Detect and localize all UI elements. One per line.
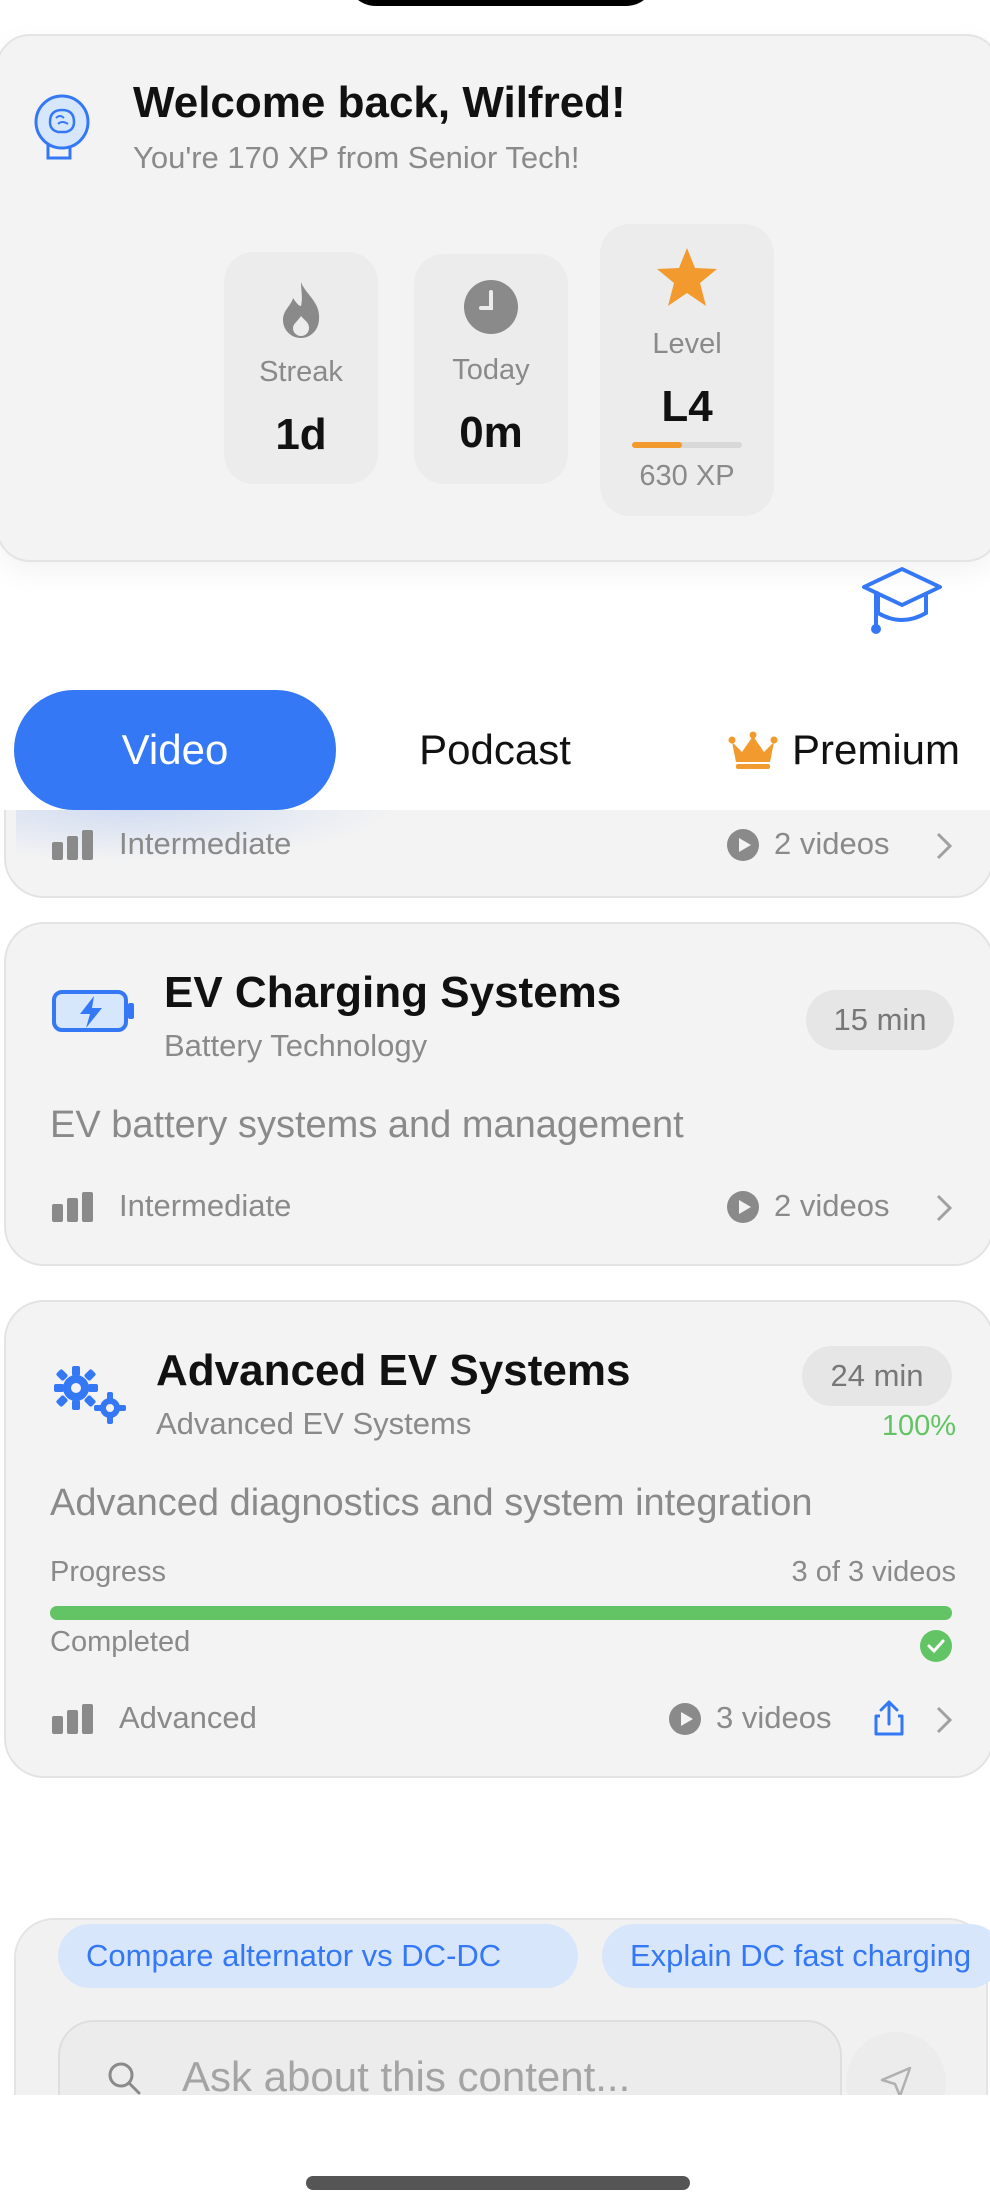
today-label: Today <box>452 354 530 386</box>
play-icon <box>727 1191 759 1223</box>
home-indicator[interactable] <box>306 2176 690 2190</box>
progress-track <box>50 1606 952 1620</box>
content-tabs: Video Podcast Premium <box>0 690 990 810</box>
status-label: Completed <box>50 1626 191 1658</box>
gears-icon <box>54 1366 126 1424</box>
level-label: Level <box>652 328 722 360</box>
device-notch <box>346 0 656 6</box>
course-card-ev-charging[interactable]: EV Charging Systems Battery Technology 1… <box>4 922 990 1266</box>
welcome-heading: Welcome back, Wilfred! <box>133 78 626 127</box>
streak-value: 1d <box>275 410 327 459</box>
tab-premium[interactable]: Premium <box>690 690 960 810</box>
today-stat: Today 0m <box>414 254 568 484</box>
checkmark-circle-icon <box>920 1630 952 1662</box>
xp-subtitle: You're 170 XP from Senior Tech! <box>133 140 580 175</box>
difficulty-label: Advanced <box>119 1700 257 1735</box>
level-progress-track <box>632 442 742 448</box>
star-icon <box>657 248 717 306</box>
difficulty-label: Intermediate <box>119 826 292 861</box>
suggestion-chip[interactable]: Explain DC fast charging <box>602 1924 990 1988</box>
course-card-advanced-ev[interactable]: Advanced EV Systems Advanced EV Systems … <box>4 1300 990 1778</box>
progress-count: 3 of 3 videos <box>791 1556 956 1588</box>
chevron-right-icon[interactable] <box>934 1704 954 1736</box>
streak-stat: Streak 1d <box>224 252 378 484</box>
search-icon <box>108 2062 141 2095</box>
tab-podcast[interactable]: Podcast <box>380 690 610 810</box>
progress-fill <box>50 1606 952 1620</box>
video-count: 3 videos <box>716 1700 832 1735</box>
completion-percent: 100% <box>881 1410 956 1442</box>
play-icon <box>669 1703 701 1735</box>
difficulty-bars-icon <box>52 1704 93 1734</box>
duration-badge: 15 min <box>806 990 954 1050</box>
course-title: EV Charging Systems <box>164 968 622 1017</box>
play-icon <box>727 829 759 861</box>
progress-label: Progress <box>50 1556 167 1588</box>
level-value: L4 <box>661 382 713 431</box>
flame-icon <box>283 282 320 338</box>
brain-icon <box>34 94 90 160</box>
duration-badge: 24 min <box>802 1346 952 1406</box>
clock-icon <box>464 280 518 334</box>
course-description: EV battery systems and management <box>50 1104 684 1146</box>
tab-premium-label: Premium <box>791 726 960 773</box>
difficulty-bars-icon <box>52 830 93 860</box>
tab-video[interactable]: Video <box>14 690 336 810</box>
share-icon[interactable] <box>872 1698 906 1738</box>
chevron-right-icon[interactable] <box>934 1192 954 1224</box>
chevron-right-icon[interactable] <box>934 830 954 862</box>
course-title: Advanced EV Systems <box>156 1346 631 1395</box>
course-category: Advanced EV Systems <box>156 1406 472 1441</box>
crown-icon <box>728 731 778 769</box>
level-stat: Level L4 630 XP <box>600 224 774 516</box>
battery-charging-icon <box>52 990 134 1032</box>
difficulty-label: Intermediate <box>119 1188 292 1223</box>
streak-label: Streak <box>259 356 343 388</box>
video-count: 2 videos <box>774 826 890 861</box>
course-description: Advanced diagnostics and system integrat… <box>50 1482 813 1524</box>
graduation-cap-icon[interactable] <box>860 563 944 639</box>
level-progress-fill <box>632 442 682 448</box>
course-card-partial[interactable]: Intermediate 2 videos <box>4 810 990 898</box>
difficulty-bars-icon <box>52 1192 93 1222</box>
video-count: 2 videos <box>774 1188 890 1223</box>
course-list[interactable]: Intermediate 2 videos EV Charging System… <box>0 810 990 2095</box>
today-value: 0m <box>459 408 523 457</box>
level-xp: 630 XP <box>639 460 735 492</box>
suggestion-chip[interactable]: Compare alternator vs DC-DC <box>58 1924 578 1988</box>
course-category: Battery Technology <box>164 1028 428 1063</box>
